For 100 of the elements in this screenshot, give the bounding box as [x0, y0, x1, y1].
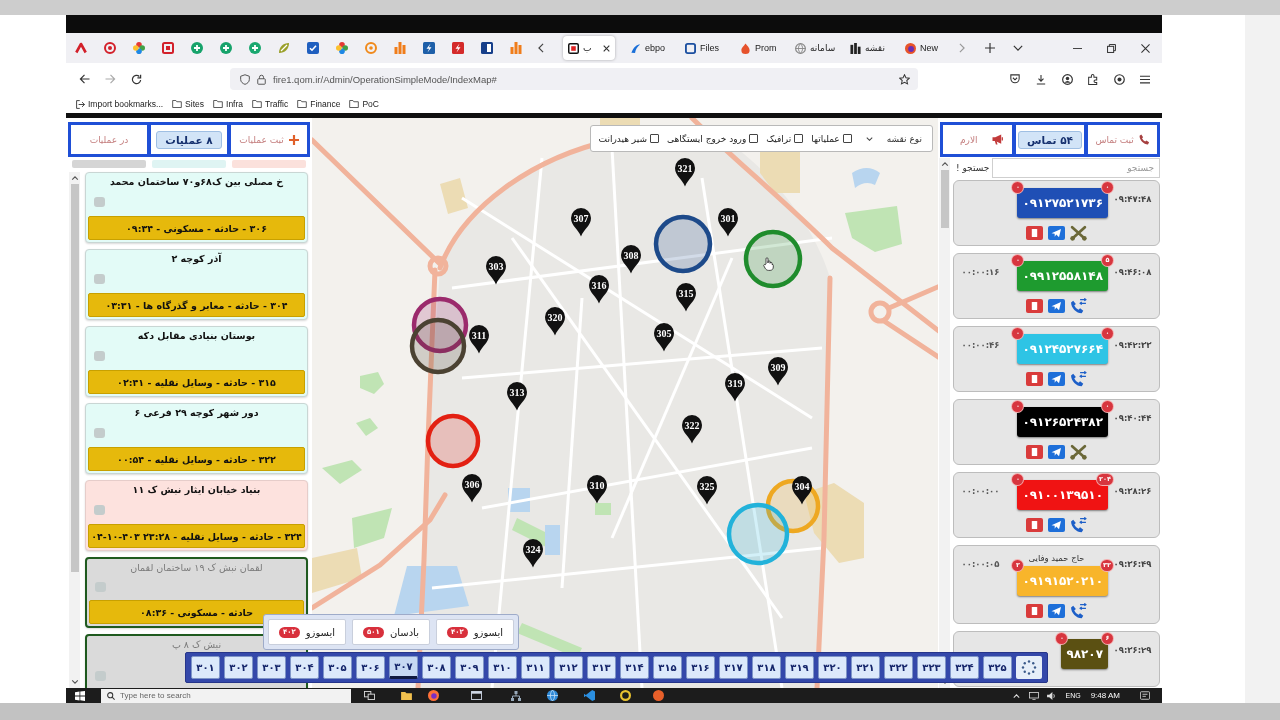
- map-marker[interactable]: 307: [570, 207, 592, 237]
- station-button[interactable]: ۳۰۶: [356, 656, 385, 679]
- map-marker[interactable]: 311: [468, 324, 490, 354]
- clock-time[interactable]: 9:48 AM: [1090, 691, 1120, 700]
- ring-icon[interactable]: [1113, 73, 1125, 85]
- station-button[interactable]: ۳۲۱: [851, 656, 880, 679]
- map-marker[interactable]: 319: [724, 372, 746, 402]
- back-arrow-icon[interactable]: [78, 74, 90, 84]
- bookmark-item[interactable]: Sites: [172, 99, 204, 109]
- station-button[interactable]: ۳۲۵: [983, 656, 1012, 679]
- task-view-icon[interactable]: [364, 691, 375, 700]
- station-button[interactable]: ۳۱۱: [521, 656, 550, 679]
- station-button[interactable]: ۳۰۹: [455, 656, 484, 679]
- map-marker[interactable]: 306: [461, 473, 483, 503]
- notification-icon[interactable]: [1140, 691, 1150, 700]
- caret-up-icon[interactable]: [1013, 693, 1021, 698]
- close-icon[interactable]: [1140, 43, 1150, 53]
- station-button[interactable]: ۳۱۶: [686, 656, 715, 679]
- browser-tab[interactable]: ebpo: [625, 36, 673, 60]
- address-field[interactable]: fire1.qom.ir/Admin/OperationSimpleMode/IndexMap#: [273, 72, 892, 86]
- folder-icon[interactable]: [401, 691, 412, 700]
- station-button[interactable]: ۳۱۸: [752, 656, 781, 679]
- station-button[interactable]: ۳۰۷: [389, 656, 418, 679]
- map-marker[interactable]: 325: [696, 475, 718, 505]
- chevron-left-icon[interactable]: [538, 43, 544, 53]
- station-button[interactable]: ۳۰۲: [224, 656, 253, 679]
- station-button[interactable]: ۳۱۴: [620, 656, 649, 679]
- phone-number[interactable]: ۰۹۱۲۷۵۲۱۷۳۶: [1017, 188, 1108, 218]
- station-button[interactable]: ۳۱۰: [488, 656, 517, 679]
- station-button[interactable]: ۳۲۳: [917, 656, 946, 679]
- address-bar[interactable]: fire1.qom.ir/Admin/OperationSimpleMode/IndexMap#: [230, 68, 918, 90]
- map-marker[interactable]: 310: [586, 474, 608, 504]
- station-button[interactable]: ۳۱۷: [719, 656, 748, 679]
- map-marker[interactable]: 301: [717, 207, 739, 237]
- network-icon[interactable]: [511, 690, 521, 701]
- bookmark-item[interactable]: PoC: [349, 99, 379, 109]
- bookmark-item[interactable]: Finance: [297, 99, 341, 109]
- download-icon[interactable]: [1036, 73, 1046, 85]
- layer-checkbox[interactable]: [794, 134, 804, 143]
- taskbar-search-field[interactable]: Type here to search: [120, 690, 345, 701]
- phone-number[interactable]: ۹۸۲۰۷: [1061, 639, 1108, 669]
- browser-tab[interactable]: Prom: [735, 36, 783, 60]
- map-marker[interactable]: 304: [791, 475, 813, 505]
- chevron-down-icon[interactable]: [1013, 45, 1023, 51]
- bookmark-item[interactable]: Import bookmarks...: [76, 99, 164, 109]
- shield-chevron-icon[interactable]: [1010, 74, 1020, 84]
- monitor-icon[interactable]: [1029, 691, 1040, 700]
- star-icon[interactable]: [899, 73, 910, 85]
- map-marker[interactable]: 322: [681, 414, 703, 444]
- station-button[interactable]: ۳۱۳: [587, 656, 616, 679]
- phone-number[interactable]: ۰۹۱۰۰۱۳۹۵۱۰: [1017, 480, 1108, 510]
- minimize-icon[interactable]: [1072, 47, 1082, 49]
- search-field[interactable]: جستجو: [992, 158, 1160, 178]
- browser-tab[interactable]: نقشه: [845, 36, 893, 60]
- station-button[interactable]: ۳۲۲: [884, 656, 913, 679]
- map-marker[interactable]: 308: [620, 244, 642, 274]
- map-marker[interactable]: 305: [653, 322, 675, 352]
- map-marker[interactable]: 303: [485, 255, 507, 285]
- bookmark-item[interactable]: Traffic: [252, 99, 289, 109]
- map-marker[interactable]: 315: [675, 282, 697, 312]
- browser-tab[interactable]: New: [900, 36, 948, 60]
- map-marker[interactable]: 313: [506, 381, 528, 411]
- layer-checkbox[interactable]: [842, 134, 852, 143]
- bookmark-item[interactable]: Infra: [213, 99, 244, 109]
- station-button[interactable]: ۳۱۹: [785, 656, 814, 679]
- menu-icon[interactable]: [1140, 74, 1150, 84]
- spinner-icon[interactable]: [1016, 656, 1042, 679]
- reload-icon[interactable]: [130, 73, 142, 85]
- map-marker[interactable]: 324: [522, 538, 544, 568]
- tab[interactable]: ۸ عملیات: [151, 125, 227, 154]
- map-marker[interactable]: 320: [544, 306, 566, 336]
- restore-icon[interactable]: [1106, 43, 1116, 53]
- layer-checkbox[interactable]: [749, 134, 759, 143]
- tab[interactable]: ۵۴ تماس: [1015, 125, 1085, 154]
- speaker-icon[interactable]: [1047, 691, 1057, 700]
- station-button[interactable]: ۳۰۳: [257, 656, 286, 679]
- phone-number[interactable]: ۰۹۹۱۲۵۵۸۱۴۸: [1017, 261, 1108, 291]
- window-icon[interactable]: [471, 691, 482, 700]
- station-button[interactable]: ۳۱۵: [653, 656, 682, 679]
- taskbar-search-box[interactable]: Type here to search: [101, 688, 351, 703]
- puzzle-icon[interactable]: [1087, 73, 1099, 85]
- triangle-icon[interactable]: [584, 690, 595, 701]
- globe-icon[interactable]: [547, 690, 558, 701]
- account-icon[interactable]: [1061, 73, 1073, 85]
- map-type-select[interactable]: نوع نقشه: [859, 133, 924, 144]
- circle-icon[interactable]: [428, 690, 439, 701]
- layer-checkbox[interactable]: [650, 134, 660, 143]
- browser-tab[interactable]: Files: [680, 36, 728, 60]
- four-panes-icon[interactable]: [75, 690, 85, 701]
- station-button[interactable]: ۳۱۲: [554, 656, 583, 679]
- station-button[interactable]: ۳۲۰: [818, 656, 847, 679]
- map-marker[interactable]: 309: [767, 356, 789, 386]
- phone-number[interactable]: ۰۹۱۲۶۵۲۴۳۸۲: [1017, 407, 1108, 437]
- browser-tab[interactable]: سامانه: [790, 36, 838, 60]
- station-button[interactable]: ۳۰۴: [290, 656, 319, 679]
- plus-icon[interactable]: [985, 43, 995, 53]
- map-marker[interactable]: 321: [674, 157, 696, 187]
- close-icon[interactable]: [603, 44, 610, 52]
- station-button[interactable]: ۳۰۱: [191, 656, 220, 679]
- circle-icon[interactable]: [653, 690, 664, 701]
